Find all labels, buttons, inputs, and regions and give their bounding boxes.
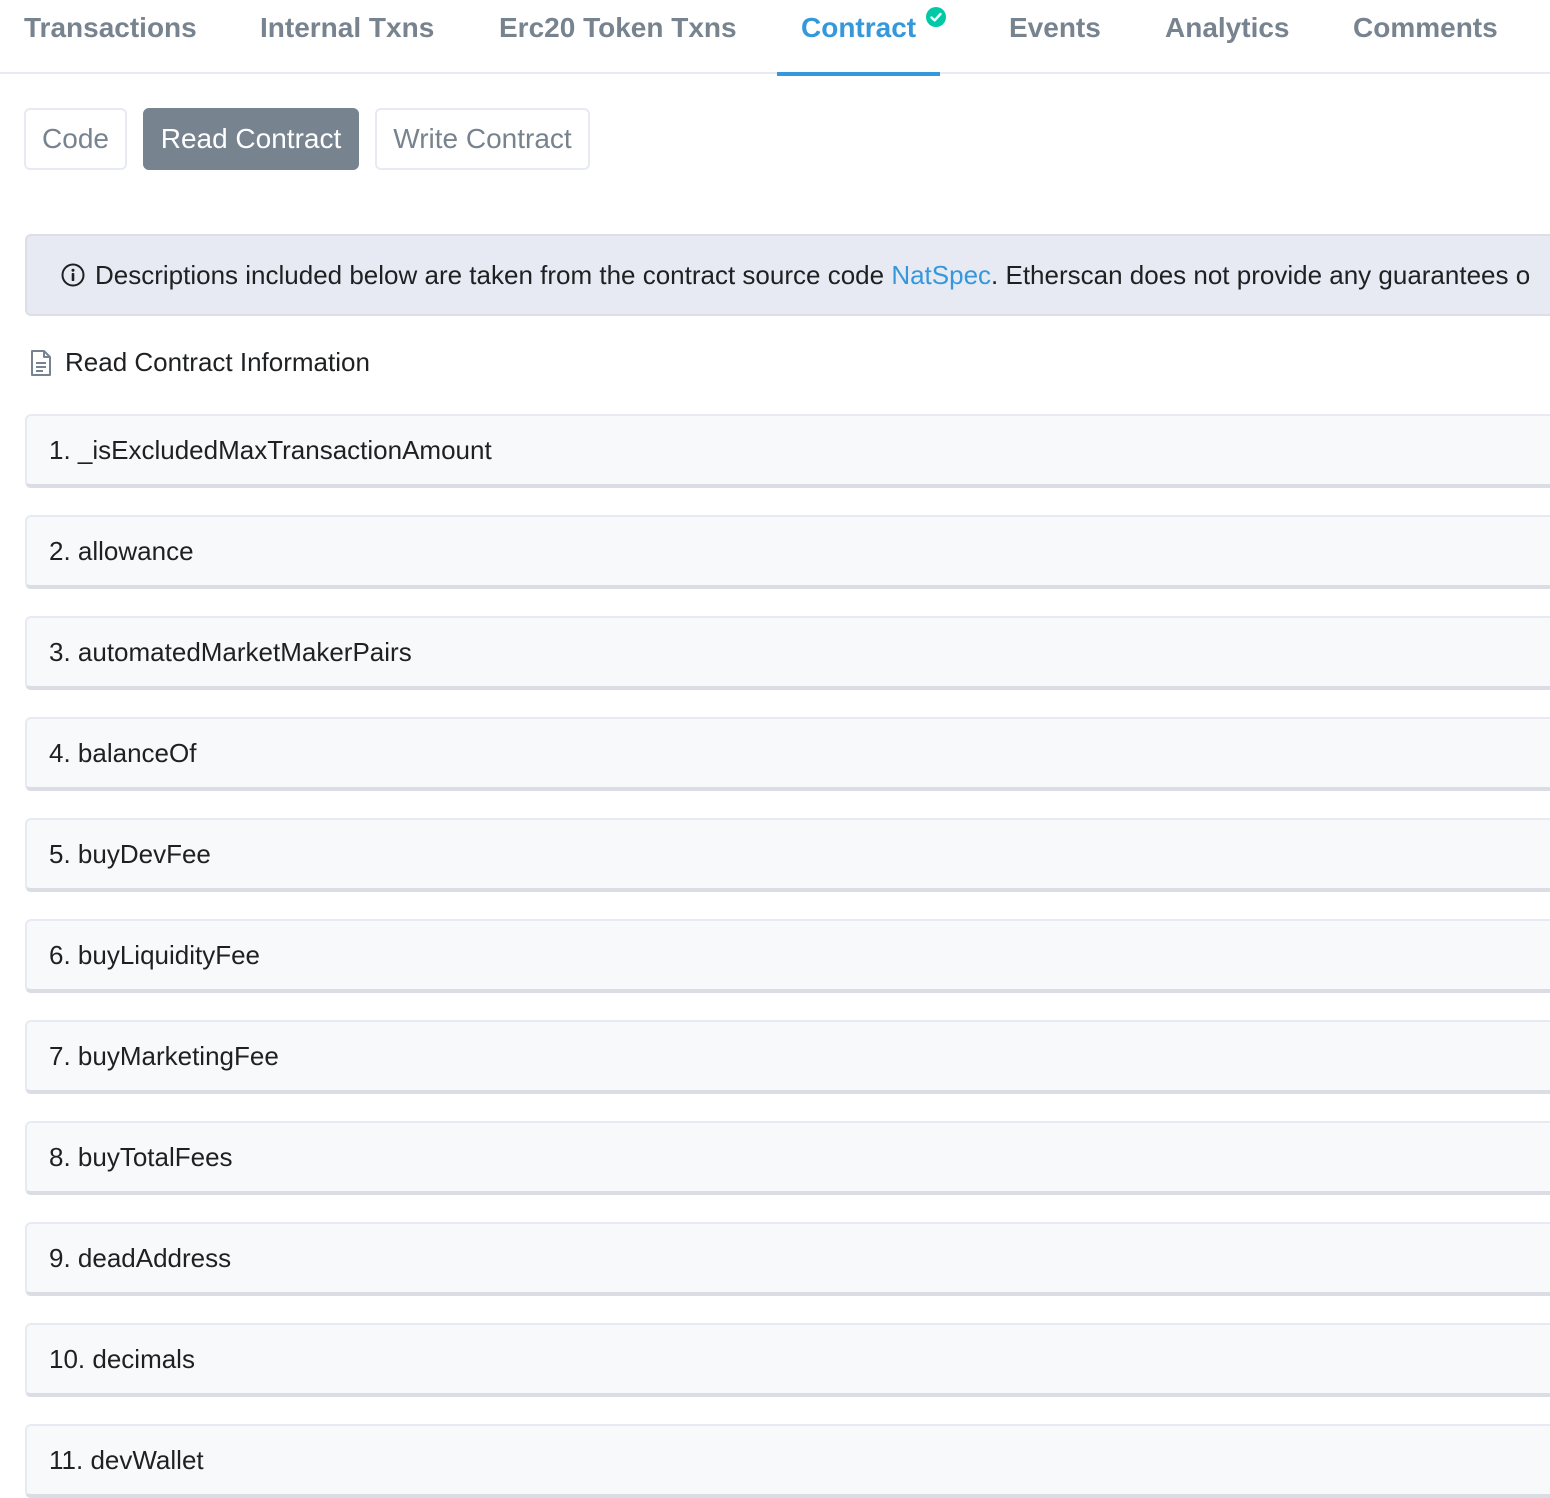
- function-row-buyLiquidityFee[interactable]: 6. buyLiquidityFee: [25, 919, 1550, 993]
- read-contract-button[interactable]: Read Contract: [143, 108, 359, 170]
- tab-analytics[interactable]: Analytics: [1165, 0, 1290, 74]
- tab-comments[interactable]: Comments: [1353, 0, 1498, 74]
- write-contract-button[interactable]: Write Contract: [375, 108, 590, 170]
- function-row-buyMarketingFee[interactable]: 7. buyMarketingFee: [25, 1020, 1550, 1094]
- active-tab-underline: [777, 72, 941, 76]
- function-row-decimals[interactable]: 10. decimals: [25, 1323, 1550, 1397]
- tab-internal-txns[interactable]: Internal Txns: [260, 0, 434, 74]
- tab-contract[interactable]: Contract: [777, 0, 947, 76]
- tab-events[interactable]: Events: [1009, 0, 1101, 74]
- alert-text-after: . Etherscan does not provide any guarant…: [991, 260, 1531, 290]
- function-row-isExcludedMaxTransactionAmount[interactable]: 1. _isExcludedMaxTransactionAmount: [25, 414, 1550, 488]
- read-contract-info-heading: Read Contract Information: [30, 340, 370, 384]
- function-row-allowance[interactable]: 2. allowance: [25, 515, 1550, 589]
- function-row-buyDevFee[interactable]: 5. buyDevFee: [25, 818, 1550, 892]
- tab-contract-label: Contract: [801, 12, 917, 43]
- natspec-info-alert: Descriptions included below are taken fr…: [25, 234, 1550, 316]
- check-circle-icon: [926, 7, 947, 27]
- tab-transactions[interactable]: Transactions: [24, 0, 197, 74]
- function-row-deadAddress[interactable]: 9. deadAddress: [25, 1222, 1550, 1296]
- document-icon: [31, 350, 51, 376]
- code-button[interactable]: Code: [24, 108, 127, 170]
- info-circle-icon: [61, 263, 85, 287]
- tab-erc20-token-txns[interactable]: Erc20 Token Txns: [499, 0, 737, 74]
- function-row-balanceOf[interactable]: 4. balanceOf: [25, 717, 1550, 791]
- function-row-devWallet[interactable]: 11. devWallet: [25, 1424, 1550, 1498]
- function-row-automatedMarketMakerPairs[interactable]: 3. automatedMarketMakerPairs: [25, 616, 1550, 690]
- natspec-link[interactable]: NatSpec: [891, 260, 991, 290]
- contract-tabs-nav: Transactions Internal Txns Erc20 Token T…: [0, 0, 1550, 76]
- alert-text-before: Descriptions included below are taken fr…: [95, 260, 892, 290]
- alert-text: Descriptions included below are taken fr…: [95, 260, 1530, 290]
- function-row-buyTotalFees[interactable]: 8. buyTotalFees: [25, 1121, 1550, 1195]
- section-title: Read Contract Information: [65, 347, 370, 377]
